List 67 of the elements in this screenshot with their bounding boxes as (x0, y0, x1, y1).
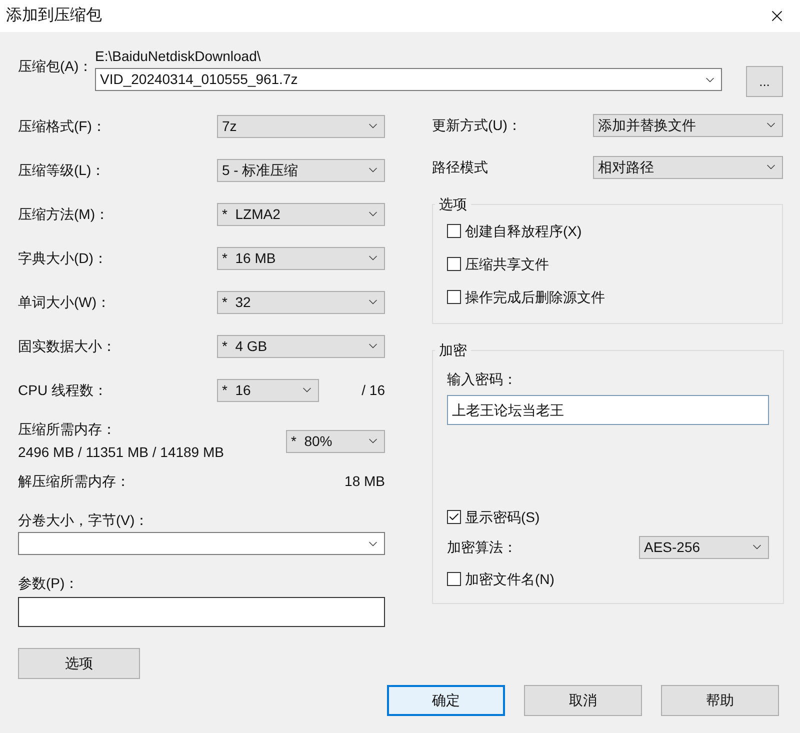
checkbox-label: 显示密码(S) (465, 508, 540, 527)
dropdown-value: 添加并替换文件 (598, 116, 696, 134)
window-title: 添加到压缩包 (6, 6, 102, 26)
checkbox[interactable] (447, 572, 461, 586)
field-label: CPU 线程数： (18, 380, 108, 400)
dialog-button[interactable]: 取消 (524, 685, 642, 716)
dropdown[interactable] (18, 532, 385, 555)
checkbox-label: 压缩共享文件 (465, 254, 549, 274)
dropdown[interactable]: AES-256 (639, 536, 769, 558)
checkbox[interactable] (447, 510, 461, 524)
dropdown[interactable]: * 4 GB (217, 334, 385, 358)
password-value: 上老王论坛当老王 (452, 400, 564, 420)
field-label: 路径模式 (432, 158, 488, 176)
field-label: 输入密码： (447, 370, 518, 389)
dropdown-value: * 16 MB (222, 248, 276, 268)
field-label: 解压缩所需内存： (18, 472, 130, 490)
field-label: 压缩等级(L)： (18, 160, 106, 180)
dropdown-value: 7z (222, 116, 237, 136)
dropdown[interactable]: * 80% (286, 430, 385, 452)
checkbox[interactable] (447, 290, 461, 304)
options-button[interactable]: 选项 (18, 648, 140, 679)
field-label: 单词大小(W)： (18, 292, 111, 312)
dropdown-value: 5 - 标准压缩 (222, 160, 298, 180)
field-label: 参数(P)： (18, 574, 80, 593)
dropdown[interactable]: * 32 (217, 290, 385, 314)
field-label: 固实数据大小： (18, 336, 116, 356)
browse-button[interactable]: ... (746, 66, 783, 97)
dropdown-value: * LZMA2 (222, 204, 280, 224)
field-label: 字典大小(D)： (18, 248, 108, 268)
memory-reading: 2496 MB / 11351 MB / 14189 MB (18, 443, 224, 462)
group-title: 选项 (438, 195, 468, 214)
group-title: 加密 (438, 341, 468, 360)
check-icon (448, 511, 460, 523)
field-label: 压缩方法(M)： (18, 204, 109, 224)
dropdown[interactable]: 添加并替换文件 (593, 114, 783, 136)
dropdown-value: * 80% (291, 432, 332, 450)
dropdown[interactable]: 5 - 标准压缩 (217, 158, 385, 182)
field-label: 分卷大小，字节(V)： (18, 511, 150, 530)
checkbox-label: 操作完成后删除源文件 (465, 288, 605, 306)
field-label: 加密算法： (447, 538, 517, 556)
dropdown[interactable]: 7z (217, 114, 385, 138)
dialog-button[interactable]: 帮助 (661, 685, 779, 716)
checkbox-label: 加密文件名(N) (465, 570, 554, 589)
checkbox-label: 创建自释放程序(X) (465, 222, 582, 241)
field-label: 更新方式(U)： (432, 116, 522, 135)
dropdown[interactable]: * 16 MB (217, 246, 385, 270)
checkbox[interactable] (447, 257, 461, 271)
input-field[interactable] (18, 597, 385, 627)
checkbox[interactable] (447, 224, 461, 238)
thread-count: / 16 (362, 380, 385, 400)
dropdown[interactable]: VID_20240314_010555_961.7z (95, 68, 722, 91)
password-field[interactable]: 上老王论坛当老王 (447, 395, 769, 425)
dropdown-value: * 32 (222, 292, 251, 312)
dropdown[interactable]: 相对路径 (593, 156, 783, 178)
dropdown-value: 相对路径 (598, 158, 654, 176)
dropdown[interactable]: * 16 (217, 378, 319, 402)
dropdown[interactable]: * LZMA2 (217, 202, 385, 226)
dialog-button[interactable]: 确定 (387, 685, 505, 716)
memory-reading: 18 MB (344, 472, 385, 490)
field-label: 压缩所需内存： (18, 420, 117, 439)
dropdown-value: * 16 (222, 380, 251, 400)
dropdown-value: * 4 GB (222, 336, 268, 356)
dropdown-value: VID_20240314_010555_961.7z (100, 70, 298, 89)
field-label: 压缩包(A)： (18, 57, 94, 76)
dropdown-value: AES-256 (644, 538, 700, 556)
field-label: 压缩格式(F)： (18, 116, 106, 136)
archive-path: E:\BaiduNetdiskDownload\ (95, 47, 262, 66)
